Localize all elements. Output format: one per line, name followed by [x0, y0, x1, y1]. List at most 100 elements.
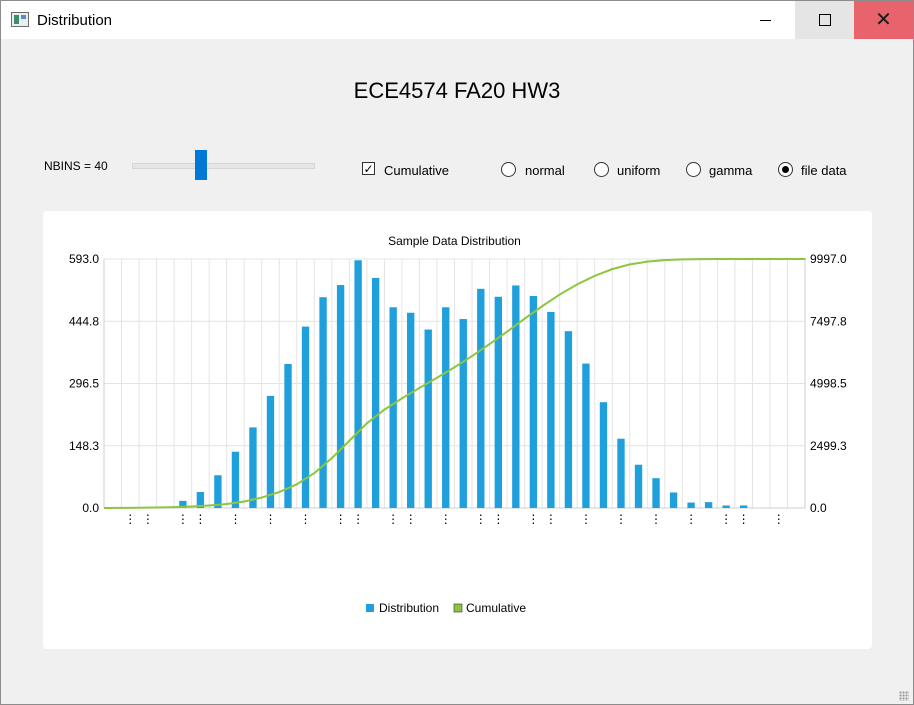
radio-file-data[interactable]	[778, 162, 793, 177]
x-tick-marker: ⋮	[177, 512, 189, 526]
x-tick-marker: ⋮	[264, 512, 276, 526]
x-tick-marker: ⋮	[124, 512, 136, 526]
title-bar[interactable]: Distribution ✕	[1, 1, 913, 39]
distribution-bar	[354, 260, 362, 508]
distribution-bar	[652, 478, 660, 508]
cumulative-point	[243, 500, 246, 503]
cumulative-label[interactable]: Cumulative	[384, 163, 449, 178]
distribution-bar	[599, 402, 608, 508]
cumulative-point	[506, 330, 508, 333]
x-tick-marker: ⋮	[545, 512, 557, 526]
resize-grip-icon[interactable]	[899, 691, 909, 701]
nbins-slider-handle[interactable]	[195, 150, 207, 180]
chart-title: Sample Data Distribution	[388, 234, 521, 248]
cumulative-point	[523, 317, 526, 320]
x-tick-marker: ⋮	[440, 512, 452, 526]
x-tick-marker: ⋮	[387, 512, 399, 526]
y2-tick-label: 2499.3	[810, 439, 847, 453]
cumulative-point	[173, 506, 176, 509]
cumulative-point	[260, 496, 263, 499]
cumulative-point	[155, 506, 158, 509]
cumulative-point	[383, 408, 386, 411]
x-tick-marker: ⋮	[527, 512, 539, 526]
cumulative-point	[190, 505, 193, 508]
radio-uniform[interactable]	[594, 162, 609, 177]
cumulative-point	[453, 366, 456, 369]
distribution-bar	[529, 295, 538, 508]
minimize-button[interactable]	[736, 1, 795, 39]
cumulative-point	[786, 258, 789, 260]
cumulative-checkbox[interactable]: ✓	[362, 162, 375, 175]
cumulative-point	[278, 491, 281, 493]
distribution-bar	[704, 502, 713, 508]
x-tick-marker: ⋮	[738, 512, 750, 526]
radio-gamma[interactable]	[686, 162, 701, 177]
x-tick-marker: ⋮	[720, 512, 732, 526]
distribution-bar	[249, 427, 257, 508]
cumulative-point	[418, 387, 421, 389]
y-tick-label: 296.5	[69, 377, 99, 391]
y2-tick-label: 9997.0	[810, 252, 847, 266]
x-tick-marker: ⋮	[492, 512, 504, 526]
x-tick-marker: ⋮	[650, 512, 662, 526]
chart-panel: Sample Data Distribution 0.0 0.0 148.3 2499.…	[43, 211, 872, 649]
cumulative-point	[628, 263, 631, 266]
radio-uniform-label[interactable]: uniform	[617, 163, 660, 178]
cumulative-point	[698, 258, 701, 261]
y-tick-label: 148.3	[69, 439, 99, 453]
legend-distribution-swatch	[366, 604, 374, 612]
close-button[interactable]: ✕	[854, 1, 913, 39]
maximize-icon	[818, 14, 831, 26]
legend-cumulative-label: Cumulative	[466, 601, 526, 615]
app-icon	[11, 12, 29, 27]
distribution-bar	[319, 297, 327, 508]
x-tick-marker: ⋮	[773, 512, 785, 526]
distribution-bar	[722, 505, 730, 508]
radio-gamma-label[interactable]: gamma	[709, 163, 752, 178]
distribution-bar	[407, 312, 415, 508]
distribution-chart: Sample Data Distribution 0.0 0.0 148.3 2499.…	[69, 234, 847, 615]
cumulative-point	[716, 258, 719, 260]
cumulative-point	[365, 422, 368, 425]
cumulative-point	[295, 483, 298, 486]
distribution-bar	[634, 464, 643, 508]
distribution-bar	[477, 288, 485, 508]
cumulative-point	[681, 258, 684, 261]
distribution-bar	[371, 277, 380, 508]
cumulative-point	[646, 260, 649, 263]
y2-tick-label: 0.0	[810, 501, 827, 515]
radio-file-data-label[interactable]: file data	[801, 163, 847, 178]
cumulative-point	[541, 305, 544, 308]
x-tick-marker: ⋮	[685, 512, 697, 526]
minimize-icon	[760, 19, 771, 21]
nbins-slider-track[interactable]	[132, 163, 315, 169]
distribution-bar	[424, 329, 432, 508]
distribution-bar	[494, 296, 502, 508]
distribution-bar	[564, 331, 573, 508]
maximize-button[interactable]	[795, 1, 854, 39]
y-tick-label: 593.0	[69, 252, 99, 266]
nbins-label: NBINS = 40	[44, 159, 108, 173]
distribution-bar	[739, 505, 748, 508]
cumulative-point	[751, 258, 754, 260]
x-tick-marker: ⋮	[352, 512, 364, 526]
cumulative-point	[576, 283, 579, 286]
distribution-bar	[687, 502, 695, 508]
distribution-bar	[669, 492, 678, 508]
y-tick-label: 0.0	[82, 501, 99, 515]
cumulative-point	[471, 355, 473, 357]
radio-normal[interactable]	[501, 162, 516, 177]
x-tick-marker: ⋮	[475, 512, 487, 526]
radio-normal-label[interactable]: normal	[525, 163, 565, 178]
checkmark-icon: ✓	[363, 161, 374, 176]
cumulative-point	[348, 439, 351, 442]
x-tick-marker: ⋮	[335, 512, 347, 526]
cumulative-point	[488, 343, 491, 346]
distribution-bar	[459, 319, 467, 508]
cumulative-point	[734, 258, 736, 260]
cumulative-point	[804, 258, 806, 260]
x-tick-marker: ⋮	[142, 512, 154, 526]
cumulative-point	[611, 268, 614, 271]
x-tick-marker: ⋮	[194, 512, 206, 526]
distribution-bar	[389, 307, 397, 508]
